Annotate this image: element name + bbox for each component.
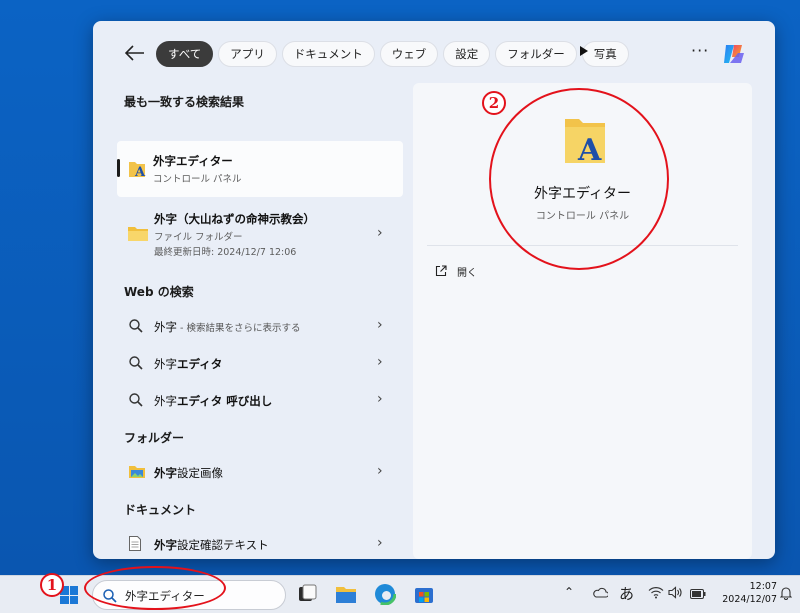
tab-apps[interactable]: アプリ bbox=[218, 41, 277, 67]
document-icon bbox=[129, 536, 141, 551]
document-item[interactable]: 外字設定確認テキスト › bbox=[117, 529, 403, 559]
web-search-query: 外字 bbox=[154, 320, 177, 334]
clock-time: 12:07 bbox=[749, 581, 777, 592]
tab-all[interactable]: すべて bbox=[156, 41, 214, 67]
ime-indicator[interactable]: あ bbox=[619, 583, 634, 604]
folders-heading: フォルダー bbox=[124, 431, 185, 445]
web-heading: Web の検索 bbox=[124, 285, 194, 299]
best-match-heading: 最も一致する検索結果 bbox=[124, 95, 245, 109]
suggestion-prefix: 外字 bbox=[154, 394, 177, 408]
store-icon[interactable] bbox=[413, 583, 435, 605]
chevron-right-icon: › bbox=[377, 391, 383, 407]
chevron-up-icon[interactable]: ⌃ bbox=[564, 585, 574, 599]
best-match-item[interactable]: A 外字エディター コントロール パネル bbox=[117, 141, 403, 197]
folder-result-item[interactable]: 外字（大山ねずの命神示教会） ファイル フォルダー 最終更新日時: 2024/1… bbox=[117, 205, 403, 261]
chevron-right-icon: › bbox=[377, 225, 383, 241]
folder-result-title: 外字（大山ねずの命神示教会） bbox=[154, 212, 315, 226]
back-arrow-icon[interactable] bbox=[123, 43, 147, 63]
edge-icon[interactable] bbox=[373, 582, 397, 606]
documents-heading: ドキュメント bbox=[124, 503, 197, 517]
selection-indicator bbox=[117, 159, 120, 177]
item-prefix: 外字 bbox=[154, 466, 177, 480]
svg-text:A: A bbox=[134, 165, 146, 179]
file-explorer-icon[interactable] bbox=[335, 583, 357, 605]
annotation-badge-2: 2 bbox=[482, 91, 506, 115]
annotation-circle-2 bbox=[489, 88, 669, 270]
tab-web[interactable]: ウェブ bbox=[379, 41, 439, 67]
wifi-icon[interactable] bbox=[648, 586, 664, 602]
web-suggestion-text: 外字エディタ 呼び出し bbox=[154, 393, 272, 409]
item-rest: 設定画像 bbox=[177, 466, 223, 480]
battery-icon[interactable] bbox=[690, 588, 706, 602]
suggestion-suffix: エディタ bbox=[177, 357, 223, 371]
results-list: 最も一致する検索結果 A 外字エディター コントロール パネル 外字（大山ねずの… bbox=[93, 83, 411, 559]
folder-icon bbox=[128, 225, 148, 241]
chevron-right-icon: › bbox=[377, 463, 383, 479]
filter-bar: すべて アプリ ドキュメント ウェブ 設定 フォルダー 写真 ··· bbox=[93, 21, 775, 83]
task-view-icon[interactable] bbox=[296, 583, 318, 605]
annotation-badge-1: 1 bbox=[40, 573, 64, 597]
folder-item[interactable]: 外字設定画像 › bbox=[117, 457, 403, 487]
tab-settings[interactable]: 設定 bbox=[443, 41, 491, 67]
open-external-icon bbox=[435, 265, 447, 277]
open-action[interactable]: 開く bbox=[435, 263, 477, 279]
item-prefix: 外字 bbox=[154, 538, 177, 552]
filter-tabs: すべて アプリ ドキュメント ウェブ 設定 フォルダー 写真 bbox=[156, 41, 629, 67]
onedrive-icon[interactable] bbox=[592, 586, 610, 601]
tab-photos[interactable]: 写真 bbox=[581, 41, 629, 67]
suggestion-prefix: 外字 bbox=[154, 357, 177, 371]
chevron-right-icon: › bbox=[377, 354, 383, 370]
web-search-text: 外字 - 検索結果をさらに表示する bbox=[154, 319, 300, 335]
document-item-text: 外字設定確認テキスト bbox=[154, 537, 269, 553]
search-icon bbox=[129, 392, 143, 407]
annotation-circle-1 bbox=[84, 566, 226, 610]
best-match-title: 外字エディター bbox=[153, 154, 233, 168]
folder-item-text: 外字設定画像 bbox=[154, 465, 223, 481]
web-suggestion-item[interactable]: 外字エディタ 呼び出し › bbox=[117, 385, 403, 415]
web-search-item[interactable]: 外字 - 検索結果をさらに表示する › bbox=[117, 311, 403, 341]
search-icon bbox=[129, 355, 143, 370]
web-suggestion-text: 外字エディタ bbox=[154, 356, 222, 372]
item-rest: 設定確認テキスト bbox=[177, 538, 269, 552]
app-icon: A bbox=[127, 159, 147, 180]
speaker-icon[interactable] bbox=[668, 586, 682, 602]
web-suggestion-item[interactable]: 外字エディタ › bbox=[117, 348, 403, 378]
clock-date: 2024/12/07 bbox=[722, 594, 777, 605]
search-flyout: すべて アプリ ドキュメント ウェブ 設定 フォルダー 写真 ··· 最も一致す… bbox=[93, 21, 775, 559]
best-match-subtitle: コントロール パネル bbox=[153, 174, 242, 185]
image-icon bbox=[129, 464, 145, 478]
clock[interactable]: 12:07 2024/12/07 bbox=[717, 580, 777, 606]
bell-icon[interactable] bbox=[779, 586, 793, 603]
copilot-icon[interactable] bbox=[721, 41, 747, 67]
open-action-label: 開く bbox=[457, 267, 477, 279]
tab-folders[interactable]: フォルダー bbox=[495, 41, 577, 67]
suggestion-suffix: エディタ 呼び出し bbox=[177, 394, 273, 408]
folder-result-type: ファイル フォルダー bbox=[154, 232, 243, 243]
chevron-right-icon: › bbox=[377, 317, 383, 333]
web-search-hint: - 検索結果をさらに表示する bbox=[177, 323, 301, 334]
search-icon bbox=[129, 318, 143, 333]
more-icon[interactable]: ··· bbox=[691, 41, 709, 60]
chevron-right-icon: › bbox=[377, 535, 383, 551]
tab-documents[interactable]: ドキュメント bbox=[281, 41, 375, 67]
folder-result-modified: 最終更新日時: 2024/12/7 12:06 bbox=[154, 247, 297, 258]
play-icon[interactable] bbox=[580, 46, 588, 56]
